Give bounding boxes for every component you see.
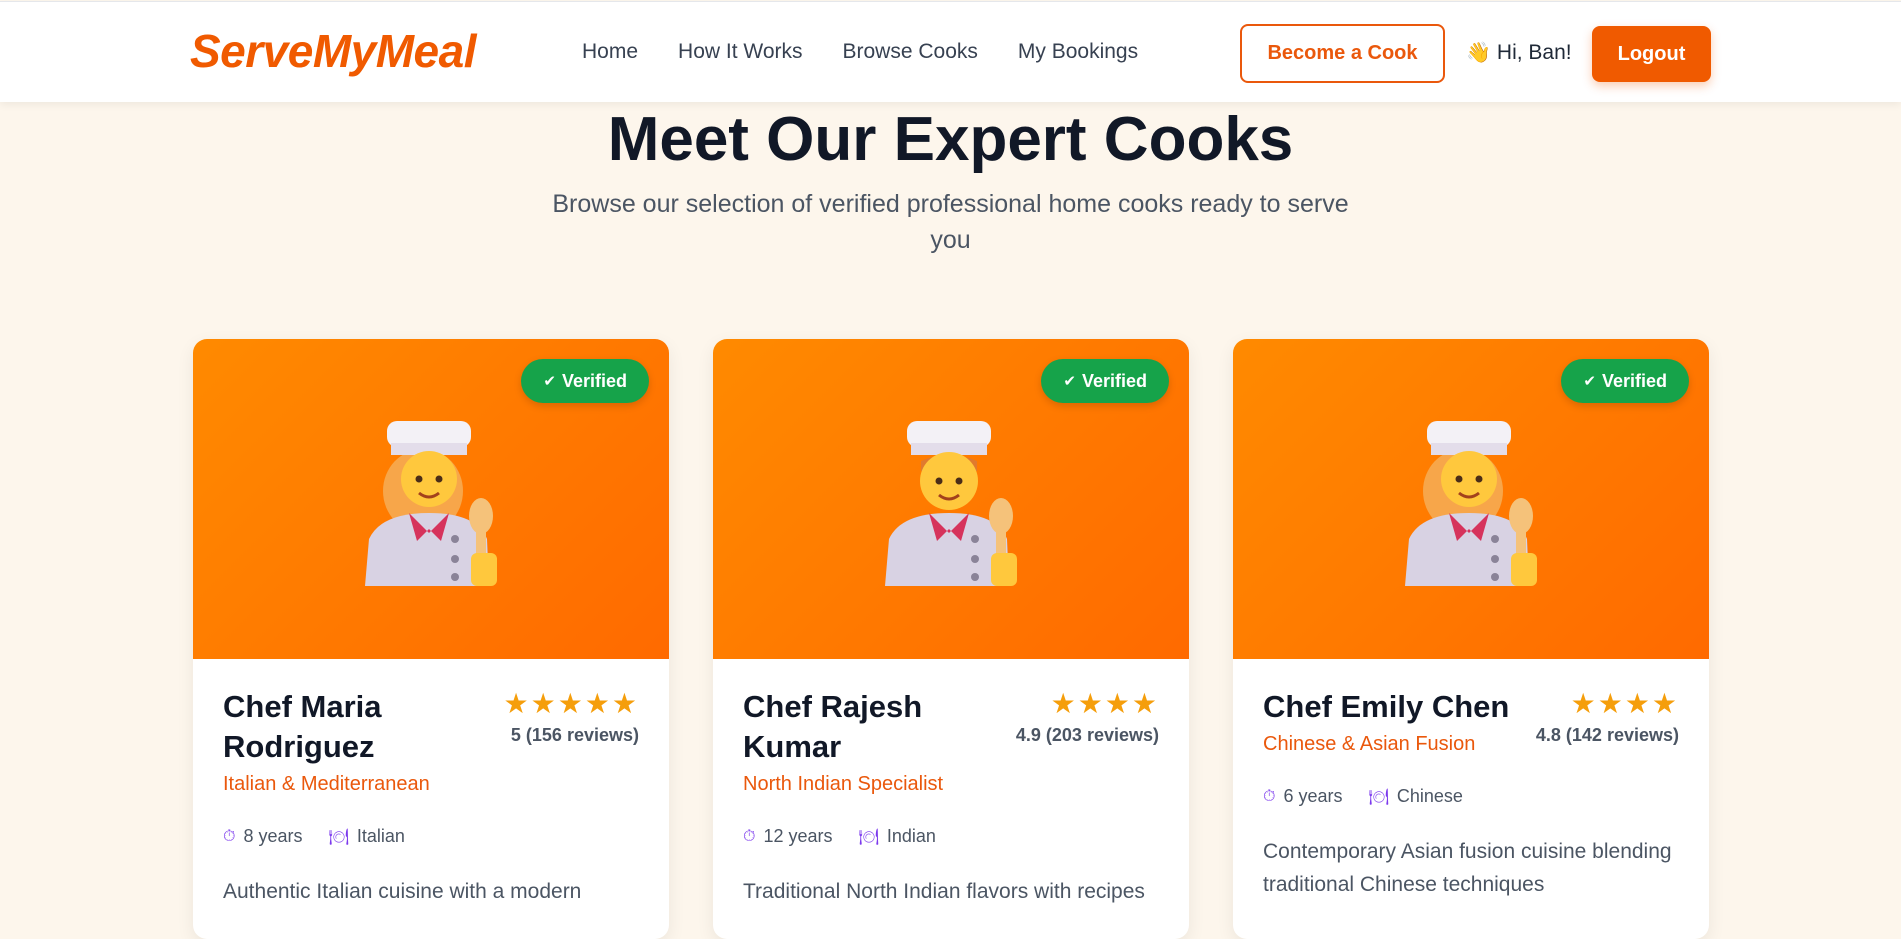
check-icon: ✔: [543, 373, 556, 390]
greeting-text: Hi, Ban!: [1496, 40, 1572, 64]
plate-cutlery-icon: 🍽: [328, 828, 349, 846]
main-nav: Home How It Works Browse Cooks My Bookin…: [582, 40, 1138, 64]
nav-link-my-bookings[interactable]: My Bookings: [1018, 40, 1138, 64]
page-title: Meet Our Expert Cooks: [607, 105, 1294, 174]
check-icon: ✔: [1063, 373, 1076, 390]
cook-card-body: Chef Emily Chen Chinese & Asian Fusion ★…: [1233, 659, 1709, 929]
cook-card-image: ✔ Verified: [713, 339, 1189, 659]
page-subtitle: Browse our selection of verified profess…: [552, 190, 1349, 254]
woman-cook-icon: [365, 421, 497, 586]
review-count: 5 (156 reviews): [510, 725, 639, 745]
cook-description: Contemporary Asian fusion cuisine blendi…: [1263, 840, 1672, 896]
man-cook-icon: [885, 421, 1017, 586]
verified-label: Verified: [1601, 370, 1667, 391]
verified-badge: ✔ Verified: [521, 359, 649, 403]
cook-card[interactable]: ✔ Verified Chef Maria Rodriguez Italian …: [193, 339, 669, 939]
rating: ★★★★★ 5 (156 reviews): [503, 689, 639, 746]
experience-value: 12 years: [763, 826, 833, 846]
cuisine: 🍽 Chinese: [1369, 786, 1463, 807]
rating: ★★★★ 4.8 (142 reviews): [1536, 689, 1679, 746]
cook-name: Chef Emily Chen: [1263, 689, 1510, 724]
plate-cutlery-icon: 🍽: [858, 828, 879, 846]
experience-value: 6 years: [1283, 786, 1343, 806]
cook-card-image: ✔ Verified: [193, 339, 669, 659]
plate-cutlery-icon: 🍽: [1368, 788, 1389, 806]
cook-card-body: Chef Rajesh Kumar North Indian Specialis…: [713, 659, 1189, 936]
cook-meta: ⏱ 12 years 🍽 Indian: [743, 826, 1159, 847]
rating: ★★★★ 4.9 (203 reviews): [1016, 689, 1159, 746]
brand-logo[interactable]: ServeMyMeal: [190, 24, 477, 78]
top-navbar: ServeMyMeal Home How It Works Browse Coo…: [0, 1, 1901, 102]
review-count: 4.8 (142 reviews): [1535, 725, 1679, 745]
cook-specialty: Italian & Mediterranean: [223, 773, 430, 795]
experience: ⏱ 12 years: [743, 826, 833, 847]
cook-name: Chef Rajesh Kumar: [743, 689, 923, 764]
cuisine-value: Indian: [886, 826, 936, 846]
star-rating-icon: ★★★★★: [503, 688, 639, 719]
verified-badge: ✔ Verified: [1561, 359, 1689, 403]
woman-cook-icon: [1405, 421, 1537, 586]
cook-card[interactable]: ✔ Verified Chef Rajesh Kumar North India…: [713, 339, 1189, 939]
cuisine-value: Chinese: [1396, 786, 1463, 806]
cuisine: 🍽 Indian: [859, 826, 936, 847]
become-a-cook-button[interactable]: Become a Cook: [1240, 24, 1445, 83]
stopwatch-icon: ⏱: [223, 827, 236, 845]
verified-label: Verified: [1081, 370, 1147, 391]
user-greeting: 👋 Hi, Ban!: [1466, 40, 1572, 65]
star-rating-icon: ★★★★: [1570, 688, 1679, 719]
nav-link-browse-cooks[interactable]: Browse Cooks: [843, 40, 978, 64]
cook-meta: ⏱ 8 years 🍽 Italian: [223, 826, 639, 847]
check-icon: ✔: [1583, 373, 1596, 390]
star-rating-icon: ★★★★: [1050, 688, 1159, 719]
cook-description: Traditional North Indian flavors with re…: [743, 880, 1145, 903]
experience-value: 8 years: [243, 826, 303, 846]
cook-specialty: North Indian Specialist: [743, 773, 944, 795]
experience: ⏱ 6 years: [1263, 786, 1343, 807]
cook-description: Authentic Italian cuisine with a modern: [223, 880, 582, 903]
cook-meta: ⏱ 6 years 🍽 Chinese: [1263, 786, 1679, 807]
cook-card-body: Chef Maria Rodriguez Italian & Mediterra…: [193, 659, 669, 936]
cook-name: Chef Maria Rodriguez: [223, 689, 382, 764]
waving-hand-icon: 👋: [1466, 42, 1491, 64]
nav-link-how-it-works[interactable]: How It Works: [678, 40, 802, 64]
verified-badge: ✔ Verified: [1041, 359, 1169, 403]
stopwatch-icon: ⏱: [1263, 787, 1276, 805]
review-count: 4.9 (203 reviews): [1015, 725, 1159, 745]
verified-label: Verified: [561, 370, 627, 391]
cook-card-image: ✔ Verified: [1233, 339, 1709, 659]
cuisine: 🍽 Italian: [329, 826, 405, 847]
cuisine-value: Italian: [356, 826, 405, 846]
experience: ⏱ 8 years: [223, 826, 303, 847]
nav-link-home[interactable]: Home: [582, 40, 638, 64]
logout-button[interactable]: Logout: [1592, 26, 1711, 82]
stopwatch-icon: ⏱: [743, 827, 756, 845]
cook-card[interactable]: ✔ Verified Chef Emily Chen Chinese & Asi…: [1233, 339, 1709, 939]
